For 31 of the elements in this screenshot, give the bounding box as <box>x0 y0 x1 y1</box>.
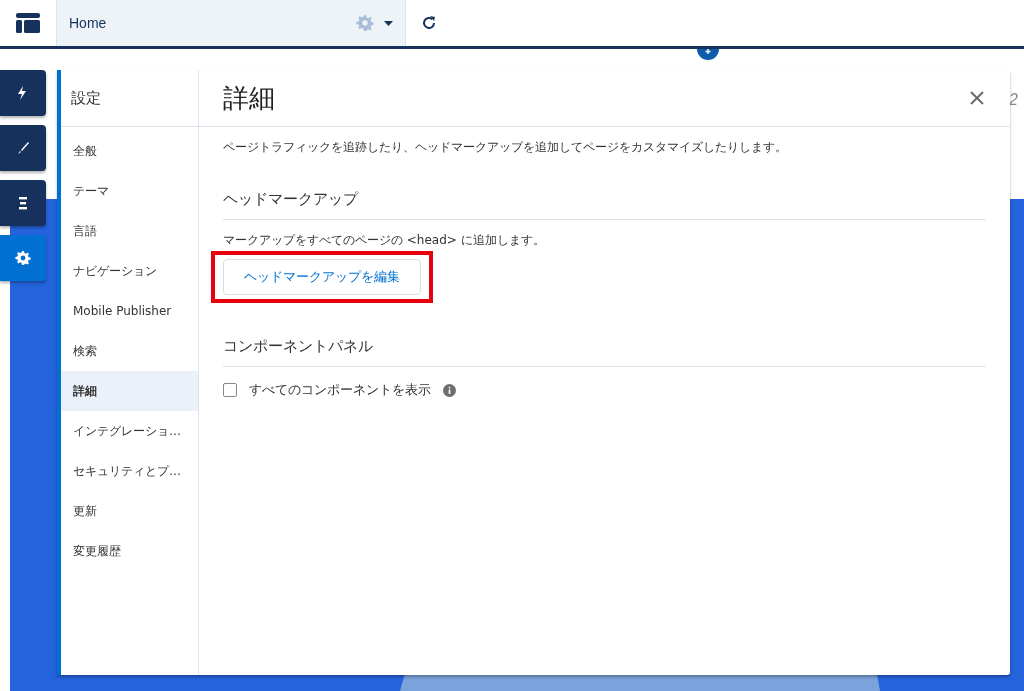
sidebar-item[interactable]: 詳細 <box>61 371 198 411</box>
edit-button[interactable]: ヘッドマークアップを編集 <box>223 259 421 295</box>
refresh-icon[interactable] <box>421 15 437 31</box>
panel-title: 設定 <box>71 88 101 108</box>
list-tool-button[interactable] <box>0 180 46 226</box>
sidebar-item[interactable]: 全般 <box>61 131 198 171</box>
sidebar-item[interactable]: ナビゲーション <box>61 251 198 291</box>
page-selector[interactable]: Home <box>56 0 406 46</box>
sidebar-item[interactable]: 言語 <box>61 211 198 251</box>
section-heading: 詳細 <box>223 81 275 115</box>
sidebar-item[interactable]: セキュリティとプ… <box>61 451 198 491</box>
subsection-heading: ヘッドマークアップ <box>223 190 986 220</box>
checkbox-label: すべてのコンポーネントを表示 <box>249 381 431 399</box>
checkbox[interactable] <box>223 383 237 397</box>
sidebar-item[interactable]: 検索 <box>61 331 198 371</box>
brush-icon <box>15 140 31 156</box>
sidebar-item[interactable]: テーマ <box>61 171 198 211</box>
sidebar-item[interactable]: 更新 <box>61 491 198 531</box>
settings-icon <box>15 250 31 266</box>
description: ページトラフィックを追跡したり、ヘッドマークアップを追加してページをカスタマイズしたりします。 <box>223 139 788 156</box>
page-name: Home <box>69 15 108 31</box>
info-icon[interactable] <box>443 383 456 397</box>
sidebar-item[interactable]: Mobile Publisher <box>61 291 198 331</box>
sidebar-item[interactable]: インテグレーショ… <box>61 411 198 451</box>
subsection-heading: コンポーネントパネル <box>223 337 986 367</box>
layout-icon[interactable] <box>16 13 40 33</box>
caret-icon[interactable] <box>384 20 393 26</box>
help-text: マークアップをすべてのページの <head> に追加します。 <box>223 232 546 249</box>
gear-tool-button[interactable] <box>0 235 46 281</box>
sidebar-item[interactable]: 変更履歴 <box>61 531 198 571</box>
add-button[interactable] <box>697 49 719 61</box>
